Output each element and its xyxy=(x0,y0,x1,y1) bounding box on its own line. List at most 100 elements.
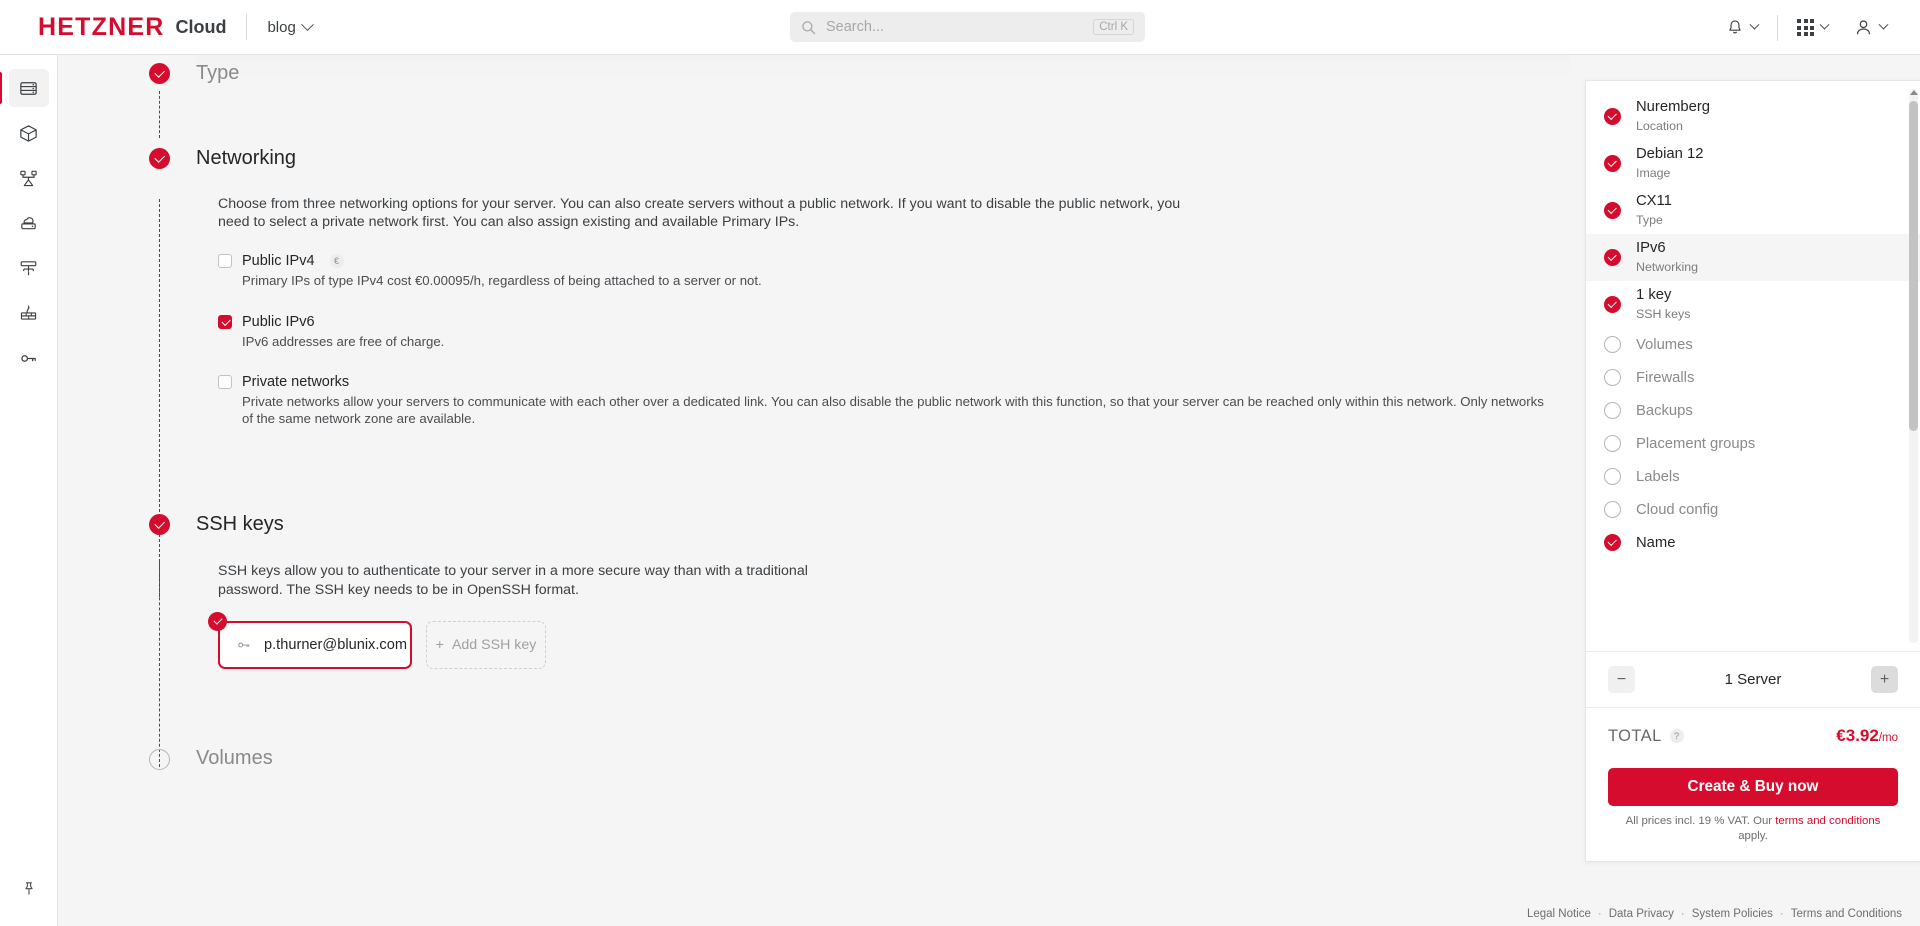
summary-item-backups[interactable]: Backups xyxy=(1586,394,1920,427)
step-status-done-icon xyxy=(149,63,170,84)
project-selector-label: blog xyxy=(267,18,296,36)
ssh-keys-description: SSH keys allow you to authenticate to yo… xyxy=(218,563,808,598)
footer-link-data-privacy[interactable]: Data Privacy xyxy=(1609,908,1674,920)
user-menu-button[interactable] xyxy=(1841,0,1900,55)
checkbox-private-networks[interactable] xyxy=(218,375,232,390)
summary-value: Name xyxy=(1636,534,1676,551)
wizard-connector-line xyxy=(159,91,160,138)
apps-grid-icon xyxy=(1797,19,1814,36)
sidebar-item-ssh-keys[interactable] xyxy=(9,339,49,377)
total-price: €3.92/mo xyxy=(1836,726,1898,746)
footer-separator: · xyxy=(1680,908,1685,920)
chevron-down-icon xyxy=(300,17,314,31)
step-title-volumes: Volumes xyxy=(196,747,273,770)
selected-check-icon xyxy=(208,611,227,631)
increment-server-button[interactable]: + xyxy=(1870,666,1898,693)
step-title-ssh-keys: SSH keys xyxy=(196,512,284,535)
sidebar-item-pin[interactable] xyxy=(9,870,49,908)
status-done-icon xyxy=(1604,202,1621,219)
hetzner-cloud-server-create-page: HETZNER Cloud blog Search... Ctrl K Type… xyxy=(0,0,1920,926)
chevron-down-icon xyxy=(1878,19,1889,30)
summary-item-placement-groups[interactable]: Placement groups xyxy=(1586,427,1920,460)
apps-menu-button[interactable] xyxy=(1784,0,1841,55)
euro-price-badge-icon[interactable]: € xyxy=(329,254,344,269)
summary-label: Location xyxy=(1636,118,1683,133)
top-header: HETZNER Cloud blog Search... Ctrl K xyxy=(0,0,1920,55)
notifications-button[interactable] xyxy=(1713,0,1771,55)
footer-link-system-policies[interactable]: System Policies xyxy=(1692,908,1773,920)
summary-item-ssh-keys[interactable]: 1 key SSH keys xyxy=(1586,281,1920,328)
total-row: TOTAL ? €3.92/mo xyxy=(1586,707,1920,756)
checkbox-public-ipv6[interactable] xyxy=(218,314,232,329)
footer-link-terms-and-conditions[interactable]: Terms and Conditions xyxy=(1791,908,1902,920)
plus-icon: + xyxy=(435,636,444,653)
footer-separator: · xyxy=(1597,908,1602,920)
sidebar-item-networks[interactable] xyxy=(9,249,49,287)
status-empty-icon xyxy=(1604,468,1621,485)
summary-value: Backups xyxy=(1636,402,1693,419)
summary-label: Image xyxy=(1636,165,1671,180)
status-done-icon xyxy=(1604,534,1621,551)
summary-scrollbar-thumb[interactable] xyxy=(1909,101,1918,431)
order-summary-panel: Nuremberg Location Debian 12 Image CX11 … xyxy=(1585,80,1920,862)
summary-item-name[interactable]: Name xyxy=(1586,526,1920,559)
summary-value: CX11 xyxy=(1636,193,1672,210)
summary-scrollbar-track[interactable] xyxy=(1909,89,1918,643)
brand-logo[interactable]: HETZNER Cloud xyxy=(0,14,226,40)
summary-item-volumes[interactable]: Volumes xyxy=(1586,328,1920,361)
add-ssh-key-button[interactable]: + Add SSH key xyxy=(426,620,546,669)
status-empty-icon xyxy=(1604,369,1621,386)
left-navigation-rail xyxy=(0,55,58,926)
summary-value: Firewalls xyxy=(1636,369,1695,386)
sidebar-item-firewalls[interactable] xyxy=(9,294,49,332)
sidebar-item-servers[interactable] xyxy=(0,69,49,107)
create-and-buy-button[interactable]: Create & Buy now xyxy=(1608,768,1898,806)
summary-value: IPv6 xyxy=(1636,240,1666,257)
summary-item-image[interactable]: Debian 12 Image xyxy=(1586,140,1920,187)
header-divider xyxy=(1777,14,1778,41)
decrement-server-button[interactable]: − xyxy=(1608,666,1635,693)
sidebar-item-volumes[interactable] xyxy=(9,114,49,152)
summary-label: Networking xyxy=(1636,259,1698,274)
status-done-icon xyxy=(1604,108,1621,125)
total-label-wrap: TOTAL ? xyxy=(1608,727,1684,746)
summary-step-list[interactable]: Nuremberg Location Debian 12 Image CX11 … xyxy=(1586,81,1920,651)
total-price-period: /mo xyxy=(1878,732,1898,744)
footer-link-legal-notice[interactable]: Legal Notice xyxy=(1527,908,1591,920)
terms-and-conditions-link[interactable]: terms and conditions xyxy=(1775,815,1880,827)
summary-item-type[interactable]: CX11 Type xyxy=(1586,187,1920,234)
server-quantity-stepper: − 1 Server + xyxy=(1586,651,1920,707)
scroll-up-arrow[interactable] xyxy=(1909,87,1918,97)
status-done-icon xyxy=(1604,296,1621,313)
summary-label: SSH keys xyxy=(1636,306,1691,321)
summary-item-networking[interactable]: IPv6 Networking xyxy=(1586,234,1920,281)
checkbox-public-ipv4[interactable] xyxy=(218,254,232,269)
help-question-icon[interactable]: ? xyxy=(1669,729,1684,743)
status-done-icon xyxy=(1604,249,1621,266)
status-done-icon xyxy=(1604,155,1621,172)
vat-note: All prices incl. 19 % VAT. Our terms and… xyxy=(1586,806,1920,861)
summary-item-firewalls[interactable]: Firewalls xyxy=(1586,361,1920,394)
header-divider xyxy=(246,14,248,40)
server-count-label: 1 Server xyxy=(1724,671,1782,688)
project-selector[interactable]: blog xyxy=(267,17,314,36)
search-input[interactable]: Search... Ctrl K xyxy=(790,12,1145,42)
step-title-networking: Networking xyxy=(196,146,297,169)
summary-item-cloud-config[interactable]: Cloud config xyxy=(1586,493,1920,526)
sidebar-item-storage-boxes[interactable] xyxy=(9,204,49,242)
summary-item-labels[interactable]: Labels xyxy=(1586,460,1920,493)
search-icon xyxy=(802,20,816,34)
ssh-key-chip-selected[interactable]: p.thurner@blunix.com xyxy=(208,611,412,669)
vat-note-prefix: All prices incl. 19 % VAT. Our xyxy=(1625,815,1776,827)
chevron-down-icon xyxy=(1819,19,1830,30)
vat-note-suffix: apply. xyxy=(1738,830,1768,843)
summary-item-location[interactable]: Nuremberg Location xyxy=(1586,93,1920,140)
user-avatar-icon xyxy=(1856,20,1871,35)
footer-separator: · xyxy=(1779,908,1784,920)
notification-bell-icon xyxy=(1729,19,1741,33)
chevron-down-icon xyxy=(1749,19,1760,30)
sidebar-item-load-balancers[interactable] xyxy=(9,159,49,197)
status-empty-icon xyxy=(1604,435,1621,452)
pin-icon xyxy=(24,882,33,895)
step-status-done-icon xyxy=(149,514,170,536)
